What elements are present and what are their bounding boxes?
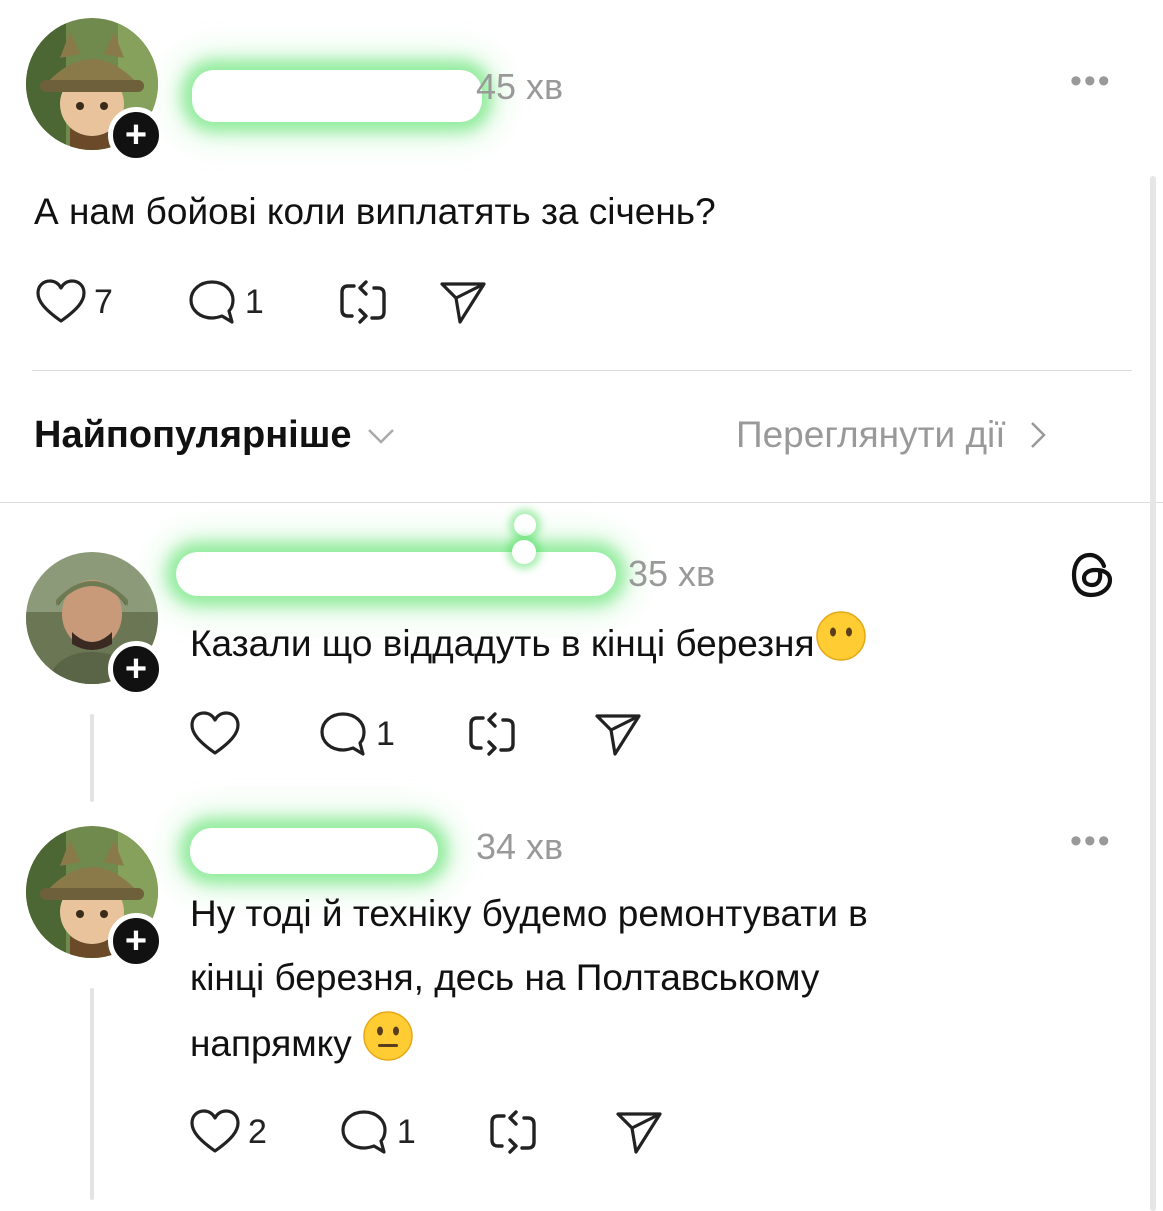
reply-actions: 2 1	[190, 1108, 714, 1156]
chevron-down-icon	[367, 428, 394, 444]
repost-icon	[490, 1110, 536, 1154]
view-activity-link[interactable]: Переглянути дії	[736, 414, 1048, 456]
view-activity-label: Переглянути дії	[736, 414, 1006, 455]
like-button[interactable]	[190, 711, 240, 757]
follow-plus-icon[interactable]: +	[108, 107, 164, 163]
sort-dropdown[interactable]: Найпопулярніше	[34, 414, 396, 457]
share-button[interactable]	[614, 1108, 664, 1156]
reply-count: 1	[244, 282, 264, 321]
share-button[interactable]	[593, 710, 643, 758]
send-icon	[440, 282, 486, 324]
reply-text-line: кінці березня, десь на Полтавському	[190, 957, 820, 998]
reply-text-line: Ну тоді й техніку будемо ремонтувати в	[190, 893, 868, 934]
like-button[interactable]: 7	[36, 279, 113, 325]
redacted-username	[176, 552, 616, 596]
repost-button[interactable]	[467, 710, 517, 758]
redaction-dot	[512, 540, 536, 564]
reply-text: Казали що віддадуть в кінці березня	[190, 610, 867, 676]
sort-label: Найпопулярніше	[34, 414, 352, 456]
send-icon	[595, 714, 641, 756]
reply-count: 1	[396, 1112, 416, 1151]
comment-icon	[341, 1110, 387, 1154]
reply-text: Ну тоді й техніку будемо ремонтувати в к…	[190, 882, 868, 1076]
heart-icon	[36, 279, 86, 323]
reply-button[interactable]: 1	[318, 710, 395, 758]
heart-icon	[190, 711, 240, 755]
reply-text-line-wrap: напрямку	[190, 1010, 868, 1076]
like-button[interactable]: 2	[190, 1109, 267, 1155]
post-text: А нам бойові коли виплатять за січень?	[34, 191, 716, 232]
reply-text-content: Казали що віддадуть в кінці березня	[190, 623, 815, 664]
more-icon[interactable]: •••	[1070, 62, 1112, 101]
thread-line	[90, 714, 94, 802]
repost-icon	[340, 280, 386, 324]
reply-button[interactable]: 1	[339, 1108, 416, 1156]
reply-actions: 1	[190, 710, 693, 758]
reply-timestamp: 35 хв	[628, 553, 716, 594]
follow-plus-icon[interactable]: +	[108, 641, 164, 697]
comment-icon	[320, 712, 366, 756]
share-button[interactable]	[438, 278, 488, 326]
redacted-username	[192, 70, 482, 122]
reply-timestamp: 34 хв	[476, 826, 564, 867]
post-timestamp: 45 хв	[476, 66, 564, 107]
reply-count: 1	[376, 714, 395, 753]
neutral-face-emoji-icon	[363, 1011, 413, 1061]
redaction-dot	[514, 514, 536, 536]
post-actions: 7 1	[36, 278, 538, 326]
like-count: 7	[94, 282, 113, 321]
heart-icon	[190, 1109, 240, 1153]
reply-button[interactable]: 1	[187, 278, 264, 326]
threads-logo-icon[interactable]	[1070, 550, 1116, 600]
chevron-right-icon	[1030, 422, 1046, 448]
thread-line	[90, 988, 94, 1200]
no-mouth-emoji-icon	[815, 611, 866, 661]
like-count: 2	[248, 1112, 267, 1151]
follow-plus-icon[interactable]: +	[108, 913, 164, 969]
repost-button[interactable]	[488, 1108, 538, 1156]
redacted-username	[190, 828, 438, 874]
reply-text-line: напрямку	[190, 1023, 352, 1064]
send-icon	[616, 1112, 662, 1154]
repost-button[interactable]	[338, 278, 388, 326]
scrollbar[interactable]	[1150, 176, 1156, 1211]
divider	[0, 502, 1163, 503]
comment-icon	[189, 280, 235, 324]
repost-icon	[469, 712, 515, 756]
divider	[32, 370, 1132, 371]
more-icon[interactable]: •••	[1070, 822, 1112, 861]
